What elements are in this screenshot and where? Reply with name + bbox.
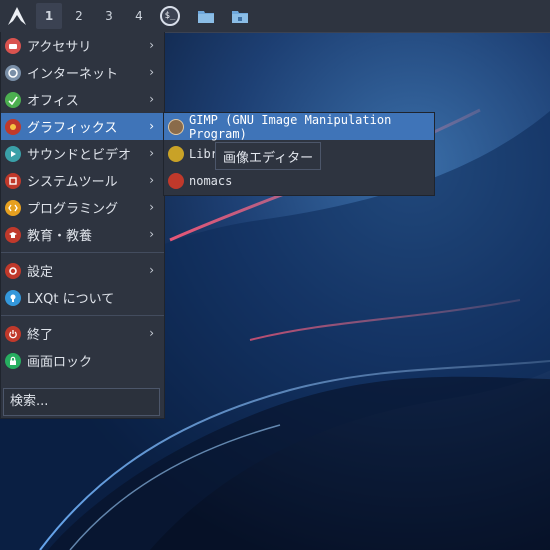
power-icon [5, 325, 21, 342]
home-folder-launcher[interactable] [224, 0, 256, 32]
menu-item-label: プログラミング [27, 202, 119, 217]
accessories-icon [5, 37, 21, 54]
top-panel: 1 2 3 4 $_ [0, 0, 550, 33]
chevron-right-icon: › [149, 38, 154, 52]
menu-separator [1, 252, 164, 253]
menu-item-label: システムツール [27, 175, 118, 190]
workspace-1[interactable]: 1 [36, 3, 62, 29]
menu-item-label: アクセサリ [27, 40, 92, 55]
menu-item-system-tools[interactable]: システムツール › [1, 167, 164, 194]
chevron-right-icon: › [149, 173, 154, 187]
folder-icon [198, 11, 214, 23]
lock-icon [5, 352, 21, 369]
chevron-right-icon: › [149, 227, 154, 241]
workspace-3[interactable]: 3 [94, 0, 124, 32]
menu-item-office[interactable]: オフィス › [1, 86, 164, 113]
chevron-right-icon: › [149, 119, 154, 133]
menu-item-programming[interactable]: プログラミング › [1, 194, 164, 221]
menu-item-about-lxqt[interactable]: LXQt について [1, 284, 164, 311]
submenu-item-label: Libr [189, 146, 218, 161]
chevron-right-icon: › [149, 200, 154, 214]
menu-item-label: 設定 [27, 265, 54, 280]
search-input[interactable]: 検索... [3, 388, 160, 416]
menu-item-label: インターネット [27, 67, 119, 82]
sound-video-icon [5, 145, 21, 162]
workspace-4[interactable]: 4 [124, 0, 154, 32]
programming-icon [5, 199, 21, 216]
education-icon [5, 226, 21, 243]
home-folder-icon [232, 11, 248, 23]
system-tools-icon [5, 172, 21, 189]
menu-item-label: 教育・教養 [27, 229, 93, 244]
menu-item-internet[interactable]: インターネット › [1, 59, 164, 86]
submenu-item-nomacs[interactable]: nomacs [164, 167, 434, 194]
settings-icon [5, 262, 21, 279]
application-menu: アクセサリ › インターネット › オフィス › グラフィックス › サウンドと… [0, 32, 165, 419]
terminal-launcher[interactable]: $_ [154, 0, 186, 32]
chevron-right-icon: › [149, 326, 154, 340]
office-icon [5, 91, 21, 108]
about-icon [5, 289, 21, 306]
arch-logo-icon[interactable] [0, 0, 34, 32]
submenu-item-gimp[interactable]: GIMP (GNU Image Manipulation Program) [164, 112, 434, 141]
gimp-icon [168, 118, 184, 135]
submenu-item-label: nomacs [189, 173, 233, 188]
menu-item-label: 画面ロック [27, 355, 93, 370]
menu-item-lock-screen[interactable]: 画面ロック [1, 347, 164, 374]
workspace-2[interactable]: 2 [64, 0, 94, 32]
menu-item-label: グラフィックス [27, 121, 118, 136]
graphics-icon [5, 118, 21, 135]
menu-item-label: 終了 [27, 328, 54, 343]
menu-item-label: サウンドとビデオ [27, 148, 132, 163]
file-manager-launcher[interactable] [190, 0, 222, 32]
internet-icon [5, 64, 21, 81]
menu-item-label: オフィス [27, 94, 79, 109]
submenu-item-label: GIMP (GNU Image Manipulation Program) [189, 112, 392, 141]
menu-item-shutdown[interactable]: 終了 › [1, 320, 164, 347]
menu-item-label: LXQt について [27, 292, 115, 307]
chevron-right-icon: › [149, 263, 154, 277]
menu-item-graphics[interactable]: グラフィックス › [1, 113, 164, 140]
terminal-icon: $_ [160, 6, 180, 26]
menu-item-sound-video[interactable]: サウンドとビデオ › [1, 140, 164, 167]
menu-item-settings[interactable]: 設定 › [1, 257, 164, 284]
tooltip: 画像エディター [215, 142, 321, 170]
chevron-right-icon: › [149, 92, 154, 106]
menu-item-education[interactable]: 教育・教養 › [1, 221, 164, 248]
chevron-right-icon: › [149, 146, 154, 160]
libreoffice-draw-icon [168, 145, 184, 162]
menu-separator [1, 315, 164, 316]
nomacs-icon [168, 172, 184, 189]
chevron-right-icon: › [149, 65, 154, 79]
menu-item-accessories[interactable]: アクセサリ › [1, 32, 164, 59]
